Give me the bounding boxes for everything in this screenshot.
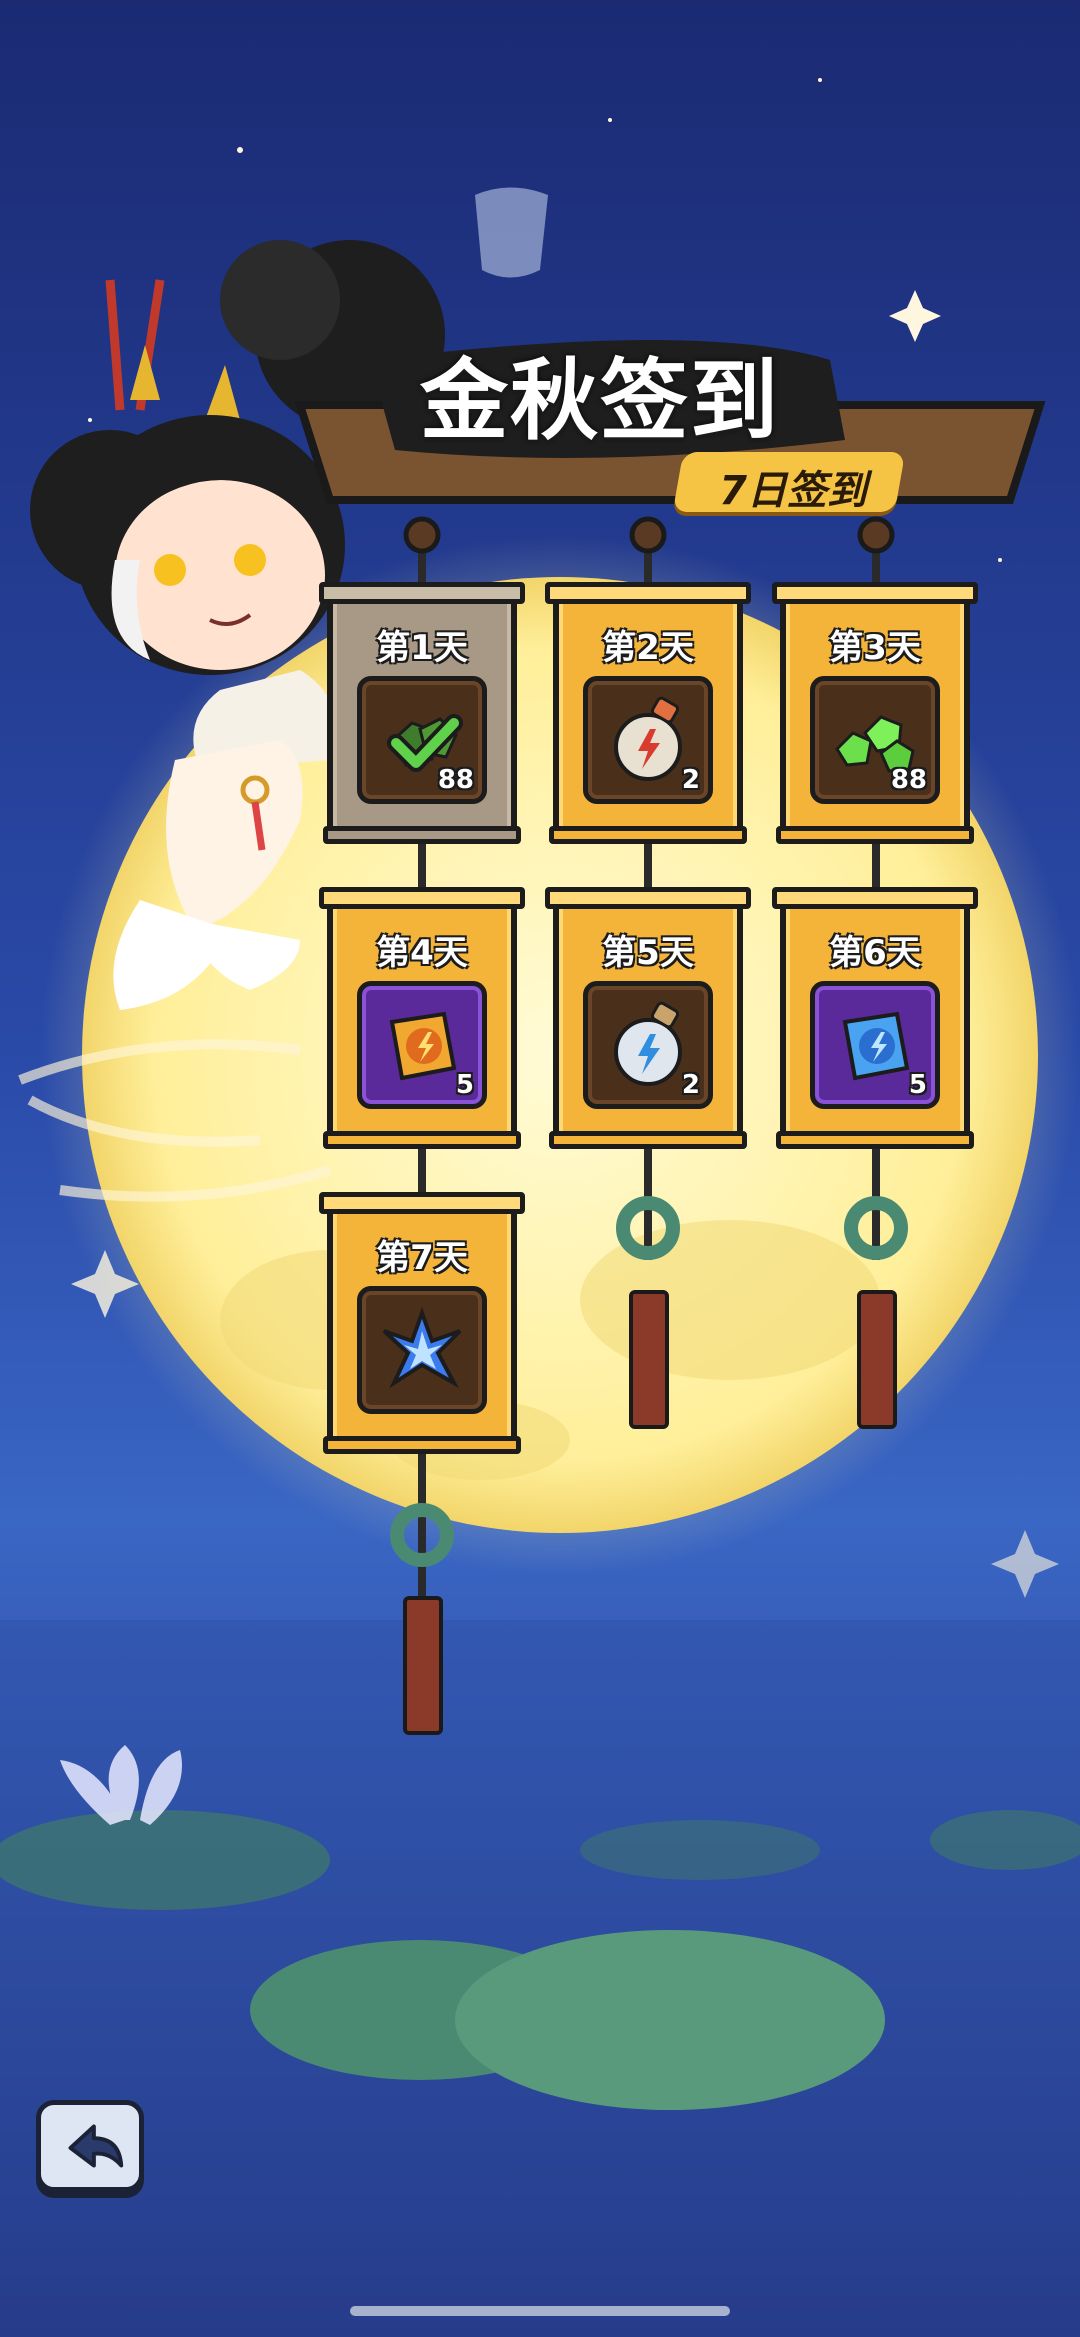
reward-count: 88: [437, 765, 474, 795]
day-label: 第1天: [376, 628, 468, 668]
day-card-1[interactable]: 第1天 88: [319, 582, 525, 844]
reward-slot: 2: [583, 981, 713, 1109]
day-label: 第5天: [602, 933, 694, 973]
home-indicator[interactable]: [350, 2306, 730, 2316]
day-card-3[interactable]: 第3天 88: [772, 582, 978, 844]
event-title: 金秋签到: [420, 349, 781, 452]
day-label: 第2天: [602, 628, 694, 668]
day-card-4[interactable]: 第4天 5: [319, 887, 525, 1149]
reward-slot: 5: [357, 981, 487, 1109]
reward-count: 2: [681, 1070, 700, 1100]
sky-lantern: [475, 187, 548, 278]
reward-slot: 88: [357, 676, 487, 804]
reward-slot: [357, 1286, 487, 1414]
blue-crystal-icon: [382, 1307, 462, 1389]
reward-count: 5: [455, 1070, 474, 1100]
day-label: 第4天: [376, 933, 468, 973]
reward-slot: 88: [810, 676, 940, 804]
reward-count: 2: [681, 765, 700, 795]
day-card-2[interactable]: 第2天 2: [545, 582, 751, 844]
back-arrow-icon: [68, 2124, 124, 2168]
reward-slot: 2: [583, 676, 713, 804]
reward-count: 5: [908, 1070, 927, 1100]
reward-count: 88: [890, 765, 927, 795]
day-label: 第6天: [829, 933, 921, 973]
event-subtitle: 7日签到: [719, 468, 867, 514]
day-card-6[interactable]: 第6天 5: [772, 887, 978, 1149]
day-label: 第7天: [376, 1238, 468, 1278]
day-label: 第3天: [829, 628, 921, 668]
day-card-7[interactable]: 第7天: [319, 1192, 525, 1454]
reward-slot: 5: [810, 981, 940, 1109]
back-button[interactable]: [36, 2100, 144, 2192]
day-card-5[interactable]: 第5天 2: [545, 887, 751, 1149]
